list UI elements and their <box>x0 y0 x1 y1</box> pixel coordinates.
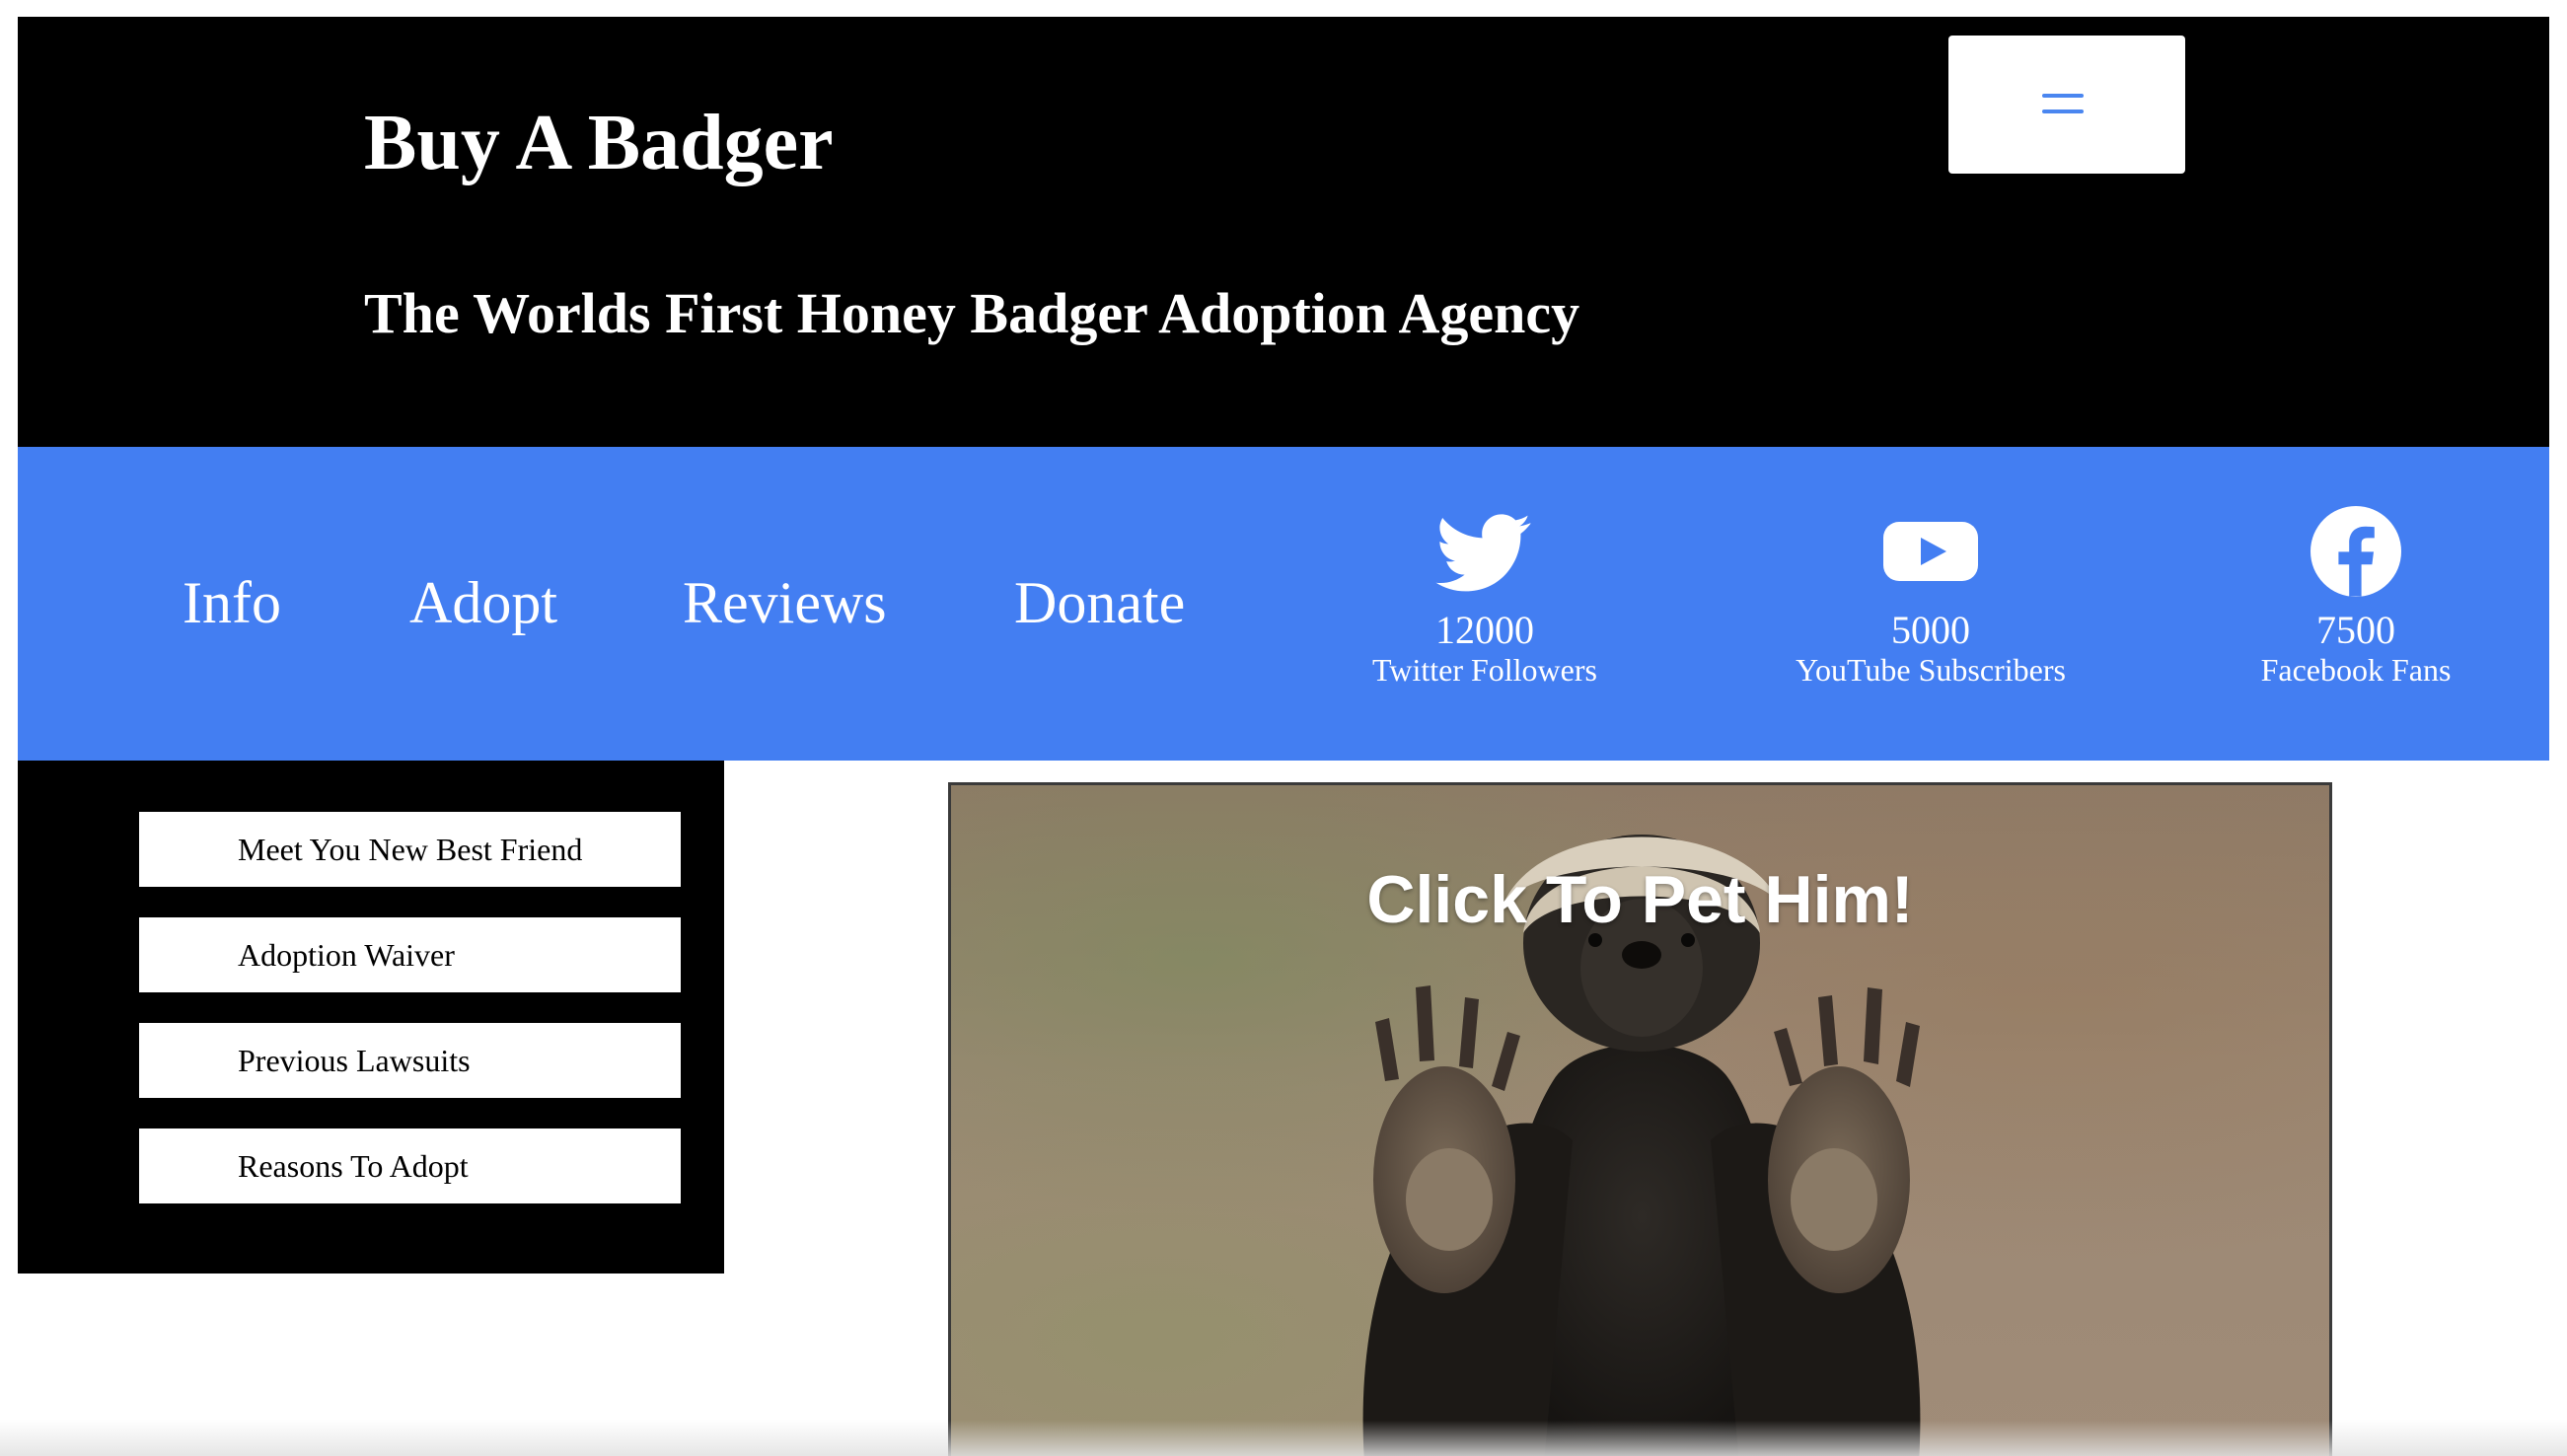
facebook-stat[interactable]: 7500 Facebook Fans <box>2188 504 2524 689</box>
youtube-stat[interactable]: 5000 YouTube Subscribers <box>1763 504 2098 689</box>
facebook-count: 7500 <box>2316 608 2395 652</box>
sidebar: Meet You New Best Friend Adoption Waiver… <box>18 761 724 1274</box>
twitter-icon <box>1435 514 1531 592</box>
youtube-icon <box>1883 522 1978 581</box>
twitter-label: Twitter Followers <box>1372 652 1597 688</box>
menu-button[interactable] <box>1948 36 2185 174</box>
nav-link-adopt[interactable]: Adopt <box>409 573 557 632</box>
sidebar-button-adoption-waiver[interactable]: Adoption Waiver <box>139 917 681 992</box>
honey-badger-photo[interactable]: Click To Pet Him! <box>948 782 2332 1456</box>
twitter-count: 12000 <box>1435 608 1534 652</box>
youtube-label: YouTube Subscribers <box>1796 652 2066 688</box>
hero-caption: Click To Pet Him! <box>1366 862 1914 937</box>
sidebar-button-reasons-to-adopt[interactable]: Reasons To Adopt <box>139 1128 681 1203</box>
site-subtitle: The Worlds First Honey Badger Adoption A… <box>364 281 1580 345</box>
nav-link-info[interactable]: Info <box>183 573 281 632</box>
page: Buy A Badger The Worlds First Honey Badg… <box>0 0 2567 1456</box>
nav-link-donate[interactable]: Donate <box>1014 573 1185 632</box>
facebook-icon <box>2310 506 2401 597</box>
sidebar-button-previous-lawsuits[interactable]: Previous Lawsuits <box>139 1023 681 1098</box>
site-title: Buy A Badger <box>364 100 834 186</box>
sidebar-button-meet-friend[interactable]: Meet You New Best Friend <box>139 812 681 887</box>
youtube-count: 5000 <box>1891 608 1970 652</box>
facebook-label: Facebook Fans <box>2260 652 2452 688</box>
twitter-stat[interactable]: 12000 Twitter Followers <box>1317 504 1652 689</box>
nav-link-reviews[interactable]: Reviews <box>683 573 887 632</box>
site-header: Buy A Badger The Worlds First Honey Badg… <box>18 17 2549 447</box>
hamburger-menu-icon <box>2042 92 2084 115</box>
nav-bar: Info Adopt Reviews Donate 12000 Twitter … <box>18 447 2549 761</box>
